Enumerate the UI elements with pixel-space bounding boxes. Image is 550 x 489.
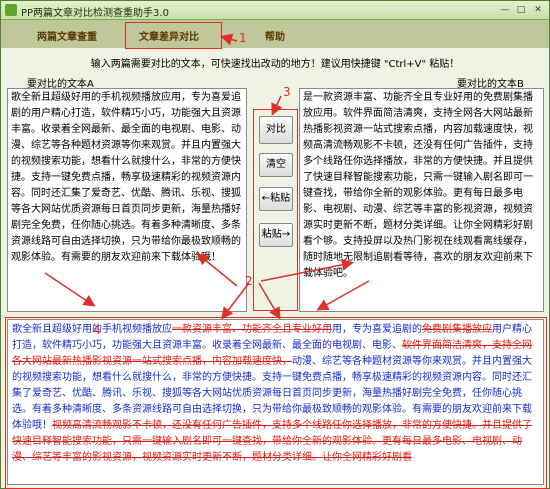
arrow-3 [271,95,283,116]
annotation-arrows [44,33,370,320]
app-window: PP两篇文章对比检测查重助手3.0 — □ ✕ 两篇文章查重 文章差异对比 帮助… [0,0,550,489]
arrow-right-b [316,280,370,311]
arrow-left-a [44,272,96,307]
arrow-1 [220,33,238,46]
arrow-2b [221,282,250,320]
arrow-2a [196,253,238,287]
arrow-2c [258,282,281,320]
arrow-2d [260,258,354,282]
